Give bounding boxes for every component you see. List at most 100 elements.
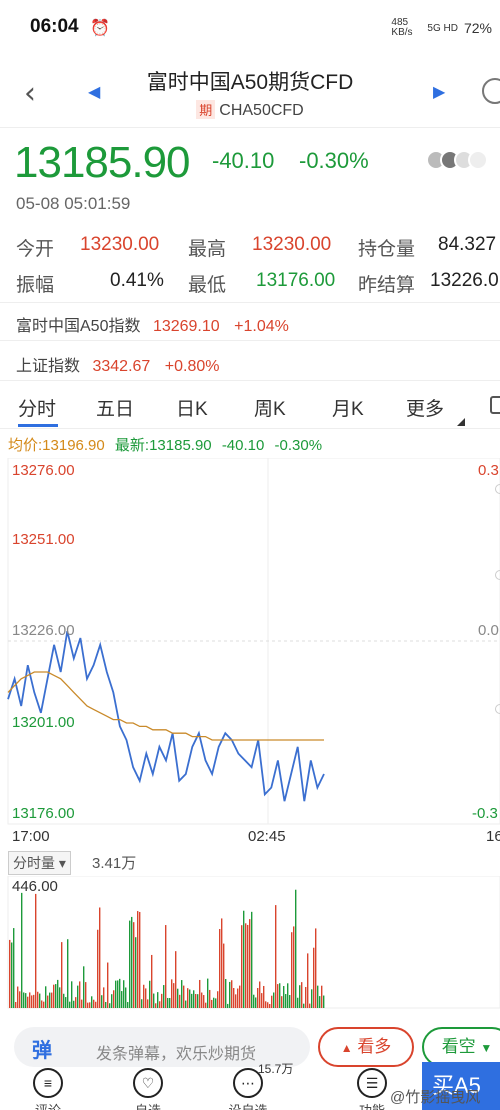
- landscape-icon[interactable]: [490, 396, 500, 414]
- volume-bar: [239, 985, 241, 1008]
- status-indicators: 485 KB/s 5G HD 72%: [391, 18, 492, 38]
- volume-bar: [291, 932, 293, 1008]
- volume-bar: [141, 999, 143, 1008]
- volume-bar: [231, 980, 233, 1008]
- price-change-pct: -0.30%: [299, 148, 369, 173]
- danmaku-icon[interactable]: 弹: [32, 1034, 52, 1063]
- scroll-dot: [495, 704, 500, 714]
- volume-bar: [71, 981, 73, 1008]
- avatar-group[interactable]: [426, 150, 488, 170]
- price-chart[interactable]: [0, 458, 500, 828]
- volume-bar: [211, 999, 213, 1008]
- x-tick-label: 16: [486, 828, 500, 845]
- volume-bar: [85, 982, 87, 1008]
- tab-weekly-k[interactable]: 周K: [254, 394, 286, 421]
- volume-bar: [61, 942, 63, 1008]
- volume-bar: [117, 980, 119, 1008]
- y-tick-label: 13251.00: [12, 531, 75, 548]
- bearish-button[interactable]: 看空 ▼: [422, 1027, 500, 1067]
- avg-price: 均价:13196.90: [8, 437, 105, 454]
- volume-bar: [133, 922, 135, 1008]
- volume-bar: [59, 987, 61, 1008]
- index-value: 3342.67: [92, 358, 151, 375]
- volume-bar: [45, 986, 47, 1008]
- volume-bar: [33, 994, 35, 1008]
- chart-info: 均价:13196.90 最新:13185.90 -40.10 -0.30%: [8, 434, 322, 455]
- tab-more[interactable]: 更多: [406, 394, 444, 421]
- x-tick-label: 17:00: [12, 828, 50, 845]
- volume-bar: [109, 1003, 111, 1008]
- volume-bar: [107, 962, 109, 1008]
- volume-bar: [69, 1001, 71, 1008]
- index-row[interactable]: 富时中国A50指数 13269.10 +1.04%: [16, 312, 289, 336]
- volume-chart[interactable]: [0, 876, 500, 1010]
- index-pct: +1.04%: [234, 318, 289, 335]
- volume-bar: [299, 985, 301, 1008]
- latest-change: -40.10: [221, 437, 265, 454]
- volume-bar: [105, 1001, 107, 1008]
- scroll-dot: [495, 570, 500, 580]
- volume-bar: [255, 997, 257, 1008]
- volume-selector[interactable]: 分时量 ▾: [8, 851, 71, 875]
- volume-bar: [215, 998, 217, 1008]
- tab-daily-k[interactable]: 日K: [176, 394, 208, 421]
- volume-bar: [81, 999, 83, 1008]
- latest-price: 最新:13185.90: [114, 437, 212, 454]
- volume-bar: [287, 983, 289, 1008]
- volume-bar: [49, 992, 51, 1008]
- volume-bar: [51, 992, 53, 1008]
- alarm-icon: ⏰: [90, 20, 110, 37]
- volume-bar: [185, 1000, 187, 1008]
- volume-bar: [177, 988, 179, 1008]
- volume-bar: [265, 1001, 267, 1008]
- volume-bar: [77, 985, 79, 1008]
- index-row[interactable]: 上证指数 3342.67 +0.80%: [16, 352, 219, 376]
- volume-bar: [201, 992, 203, 1008]
- volume-bar: [159, 1001, 161, 1008]
- tab-five-day[interactable]: 五日: [96, 394, 134, 421]
- volume-bar: [79, 981, 81, 1008]
- volume-bar: [173, 983, 175, 1008]
- volume-bar: [313, 947, 315, 1008]
- volume-bar: [235, 994, 237, 1008]
- futures-tag: 期: [196, 100, 216, 119]
- tab-monthly-k[interactable]: 月K: [332, 394, 364, 421]
- comment-icon: ≡: [33, 1068, 63, 1098]
- volume-bar: [187, 988, 189, 1008]
- volume-bar: [303, 1003, 305, 1008]
- volume-bar: [219, 929, 221, 1008]
- volume-bar: [179, 994, 181, 1008]
- nav-set-watch-label: 设自选: [218, 1100, 278, 1110]
- volume-bar: [253, 994, 255, 1008]
- volume-bar: [143, 984, 145, 1008]
- volume-bar: [321, 985, 323, 1008]
- volume-bar: [113, 990, 115, 1008]
- volume-bar: [271, 995, 273, 1008]
- tab-intraday[interactable]: 分时: [18, 394, 56, 421]
- volume-bar: [127, 1002, 129, 1008]
- nav-comment[interactable]: ≡ 评论: [18, 1062, 78, 1110]
- volume-bar: [189, 989, 191, 1008]
- divider: [0, 340, 500, 341]
- bullish-button[interactable]: ▲ 看多: [318, 1027, 414, 1067]
- volume-bar: [297, 997, 299, 1008]
- open-value: 13230.00: [80, 234, 160, 255]
- last-price: 13185.90: [14, 138, 191, 187]
- volume-bar: [241, 925, 243, 1008]
- volume-bar: [31, 995, 33, 1008]
- volume-bar: [199, 979, 201, 1008]
- volume-bar: [19, 991, 21, 1008]
- volume-bar: [35, 893, 37, 1008]
- volume-bar: [181, 980, 183, 1008]
- high-value: 13230.00: [252, 234, 332, 255]
- open-label: 今开: [16, 239, 55, 260]
- volume-bar: [307, 953, 309, 1008]
- volume-bar: [75, 997, 77, 1008]
- volume-bar: [229, 981, 231, 1008]
- next-arrow-icon[interactable]: ▶: [433, 82, 445, 102]
- volume-bar: [57, 979, 59, 1008]
- volume-bar: [43, 1001, 45, 1008]
- prev-label: 昨结算: [358, 275, 416, 296]
- nav-watchlist[interactable]: ♡ 自选: [118, 1062, 178, 1110]
- volume-bar: [29, 992, 31, 1008]
